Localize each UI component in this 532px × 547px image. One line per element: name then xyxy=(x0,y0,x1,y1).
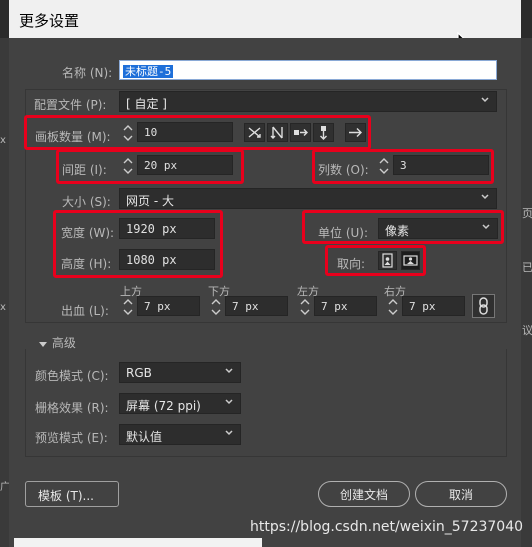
highlight-orientation xyxy=(325,245,426,276)
background-glyph: 议 xyxy=(522,324,532,337)
size-label: 大小 (S): xyxy=(62,195,111,209)
bleed-bottom-input[interactable]: 7 px xyxy=(225,296,288,316)
bleed-left-input[interactable]: 7 px xyxy=(314,296,377,316)
highlight-spacing xyxy=(56,149,244,184)
watermark-text: https://blog.csdn.net/weixin_57237040 xyxy=(250,519,524,535)
background-glyph: 已 xyxy=(522,261,532,274)
size-select[interactable]: 网页 - 大 xyxy=(119,188,497,209)
name-input-value: 未标题-5 xyxy=(123,65,174,78)
bleed-top-input[interactable]: 7 px xyxy=(137,296,200,316)
bleed-label: 出血 (L): xyxy=(61,304,109,318)
bleed-top-stepper[interactable] xyxy=(121,297,135,317)
dialog-title: 更多设置 xyxy=(19,12,80,30)
background-glyph: x xyxy=(0,135,6,146)
bleed-top-value: 7 px xyxy=(144,300,171,313)
bottom-strip xyxy=(14,538,262,547)
background-right-panel xyxy=(521,38,532,547)
dialog-titlebar: 更多设置 xyxy=(9,0,521,38)
advanced-section xyxy=(25,349,507,457)
profile-label: 配置文件 (P): xyxy=(34,98,107,112)
advanced-label: 高级 xyxy=(51,336,76,350)
create-document-button[interactable]: 创建文档 xyxy=(318,481,410,507)
cancel-button[interactable]: 取消 xyxy=(415,481,507,507)
bleed-right-stepper[interactable] xyxy=(386,297,400,317)
bleed-left-value: 7 px xyxy=(321,300,348,313)
background-glyph: x xyxy=(0,302,6,313)
size-value: 网页 - 大 xyxy=(126,194,174,208)
link-bleed-button[interactable] xyxy=(472,294,495,318)
name-label: 名称 (N): xyxy=(62,66,113,80)
chevron-down-icon xyxy=(481,194,489,200)
link-icon xyxy=(479,297,488,315)
bleed-right-input[interactable]: 7 px xyxy=(402,296,465,316)
bleed-left-stepper[interactable] xyxy=(298,297,312,317)
highlight-columns xyxy=(312,149,494,184)
highlight-width-height xyxy=(53,210,223,278)
chevron-down-icon xyxy=(481,97,489,103)
bleed-right-value: 7 px xyxy=(409,300,436,313)
name-input[interactable]: 未标题-5 xyxy=(119,60,497,80)
triangle-down-icon xyxy=(39,341,47,347)
bleed-bottom-stepper[interactable] xyxy=(209,297,223,317)
background-glyph: 页 xyxy=(522,207,532,220)
profile-value: [ 自定 ] xyxy=(126,97,167,111)
templates-button[interactable]: 模板 (T)... xyxy=(25,481,119,507)
bleed-bottom-value: 7 px xyxy=(232,300,259,313)
profile-select[interactable]: [ 自定 ] xyxy=(119,91,497,112)
background-left-panel xyxy=(0,38,9,547)
highlight-units xyxy=(302,210,504,244)
highlight-artboards xyxy=(24,115,371,150)
